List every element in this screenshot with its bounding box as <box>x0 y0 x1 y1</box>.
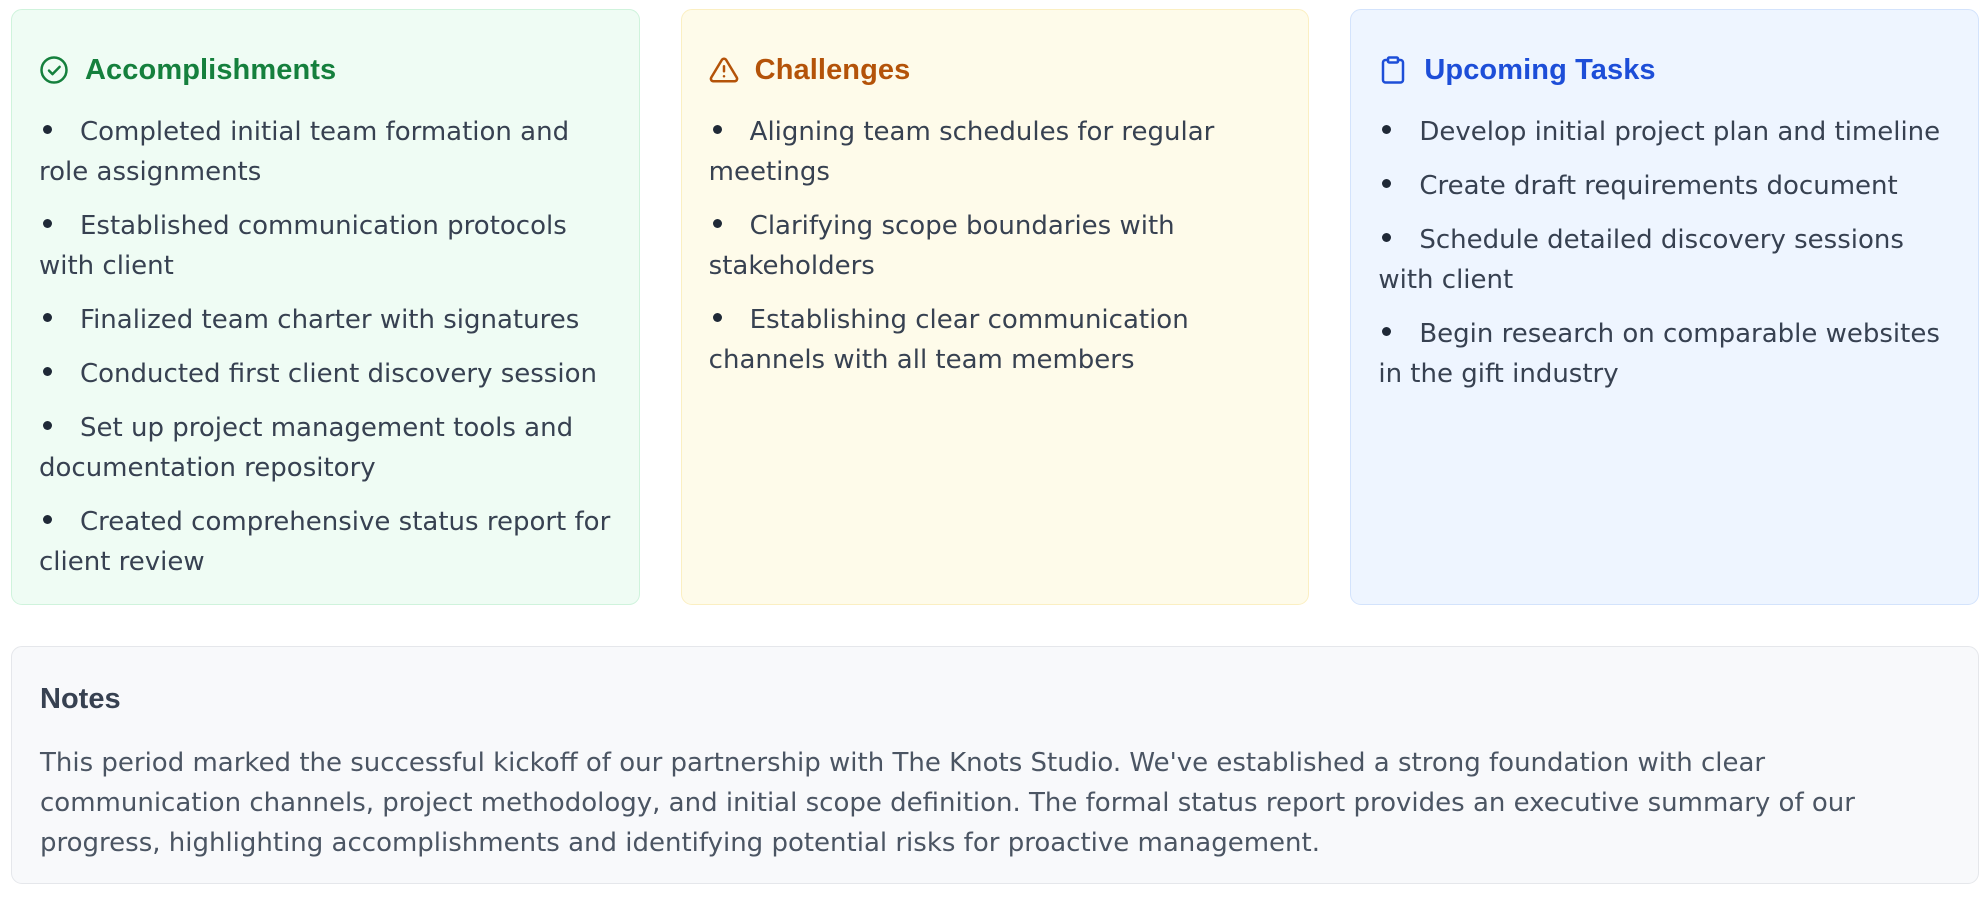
list-item: Clarifying scope boundaries with stakeho… <box>709 206 1283 286</box>
list-item-text: Finalized team charter with signatures <box>80 305 580 335</box>
bullet-icon <box>43 219 52 228</box>
list-item-text: Begin research on comparable websites in… <box>1378 319 1940 389</box>
list-item: Set up project management tools and docu… <box>39 408 613 488</box>
list-item: Aligning team schedules for regular meet… <box>709 112 1283 192</box>
list-item-text: Clarifying scope boundaries with stakeho… <box>708 211 1175 281</box>
list-item-text: Completed initial team formation and rol… <box>39 117 570 187</box>
challenges-list: Aligning team schedules for regular meet… <box>709 112 1283 380</box>
list-item: Establishing clear communication channel… <box>709 300 1283 380</box>
bullet-icon <box>43 421 52 430</box>
challenges-title: Challenges <box>754 53 911 86</box>
list-item-text: Establishing clear communication channel… <box>708 305 1189 375</box>
clipboard-icon <box>1382 56 1405 84</box>
accomplishments-title: Accomplishments <box>85 53 337 86</box>
bullet-icon <box>1382 125 1392 134</box>
list-item: Create draft requirements document <box>1378 166 1952 206</box>
list-item: Begin research on comparable websites in… <box>1378 314 1952 394</box>
list-item: Created comprehensive status report for … <box>39 502 613 582</box>
list-item-text: Create draft requirements document <box>1419 171 1898 201</box>
upcoming-tasks-list: Develop initial project plan and timelin… <box>1378 112 1952 394</box>
bullet-icon <box>712 219 722 228</box>
list-item: Established communication protocols with… <box>39 206 613 286</box>
list-item-text: Develop initial project plan and timelin… <box>1419 117 1941 147</box>
summary-cards: Accomplishments Completed initial team f… <box>11 9 1980 605</box>
challenges-header: Challenges <box>709 42 1283 98</box>
upcoming-tasks-card: Upcoming Tasks Develop initial project p… <box>1350 9 1980 605</box>
bullet-icon <box>43 125 52 134</box>
bullet-icon <box>1382 233 1392 242</box>
list-item: Schedule detailed discovery sessions wit… <box>1378 220 1952 300</box>
bullet-icon <box>43 313 52 322</box>
list-item-text: Aligning team schedules for regular meet… <box>708 117 1215 187</box>
challenges-card: Challenges Aligning team schedules for r… <box>680 9 1310 605</box>
bullet-icon <box>1382 179 1392 188</box>
list-item-text: Created comprehensive status report for … <box>39 507 611 577</box>
list-item: Finalized team charter with signatures <box>39 300 613 340</box>
warning-triangle-icon <box>709 57 738 83</box>
notes-title: Notes <box>40 683 121 715</box>
list-item-text: Conducted first client discovery session <box>80 359 597 389</box>
list-item: Conducted first client discovery session <box>39 354 613 394</box>
accomplishments-header: Accomplishments <box>39 42 613 98</box>
bullet-icon <box>712 125 722 134</box>
bullet-icon <box>43 515 52 524</box>
status-report-page: Accomplishments Completed initial team f… <box>0 0 1983 899</box>
accomplishments-list: Completed initial team formation and rol… <box>39 112 613 582</box>
bullet-icon <box>1382 327 1392 336</box>
bullet-icon <box>712 313 722 322</box>
upcoming-tasks-header: Upcoming Tasks <box>1378 42 1952 98</box>
notes-section: Notes This period marked the successful … <box>11 646 1979 884</box>
list-item-text: Set up project management tools and docu… <box>39 413 574 483</box>
list-item: Completed initial team formation and rol… <box>39 112 613 192</box>
notes-body: This period marked the successful kickof… <box>40 748 1855 858</box>
accomplishments-card: Accomplishments Completed initial team f… <box>11 9 640 605</box>
list-item: Develop initial project plan and timelin… <box>1378 112 1952 152</box>
bullet-icon <box>43 367 52 376</box>
check-circle-icon <box>40 56 68 84</box>
list-item-text: Schedule detailed discovery sessions wit… <box>1378 225 1904 295</box>
list-item-text: Established communication protocols with… <box>39 211 567 281</box>
upcoming-tasks-title: Upcoming Tasks <box>1424 53 1656 86</box>
